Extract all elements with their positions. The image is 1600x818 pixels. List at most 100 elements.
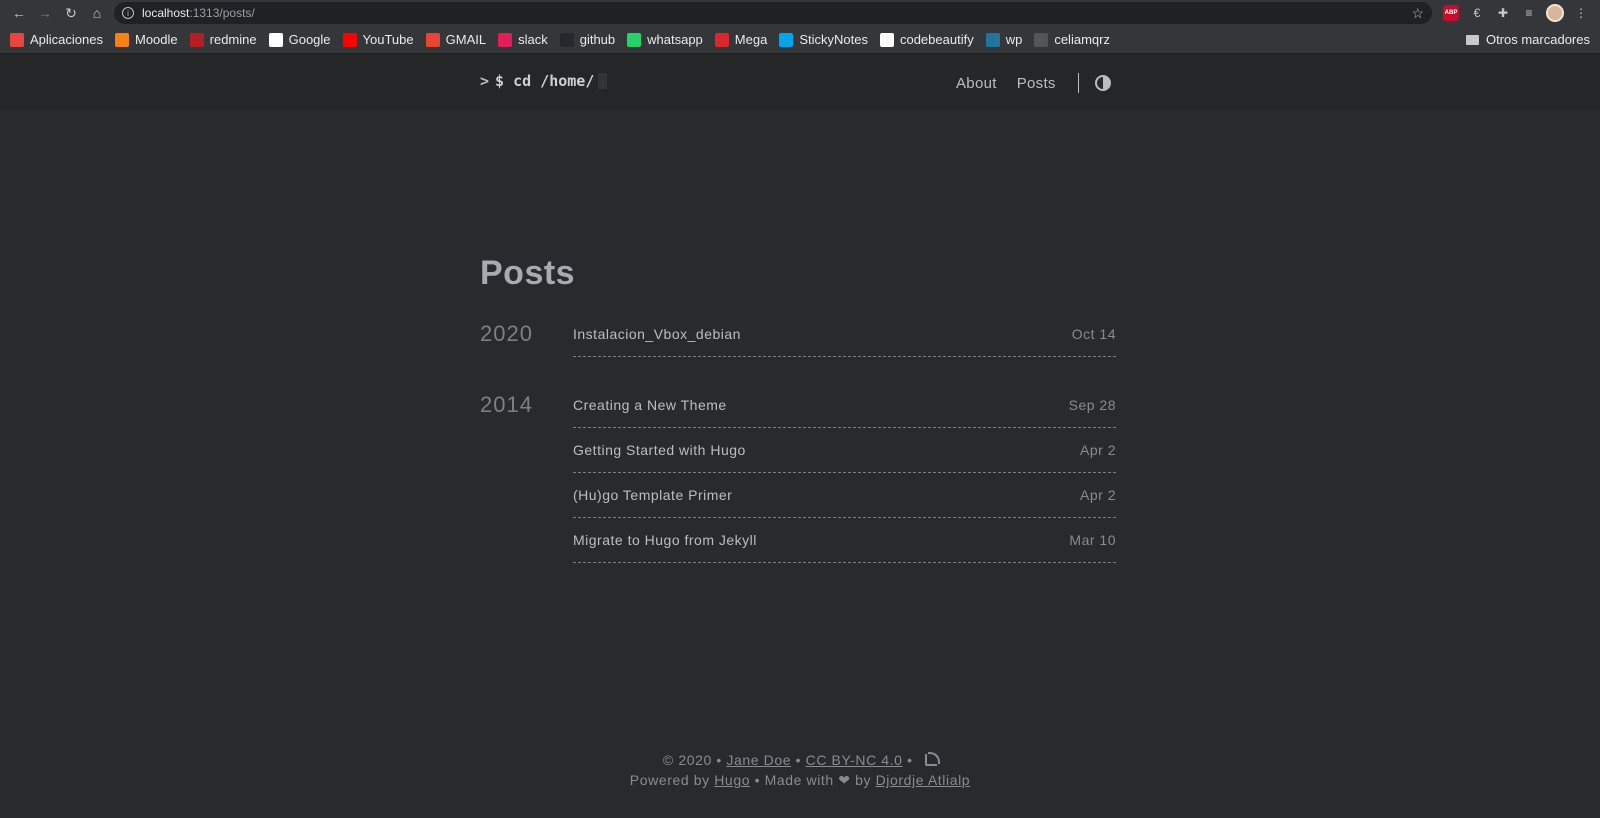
footer-hugo-link[interactable]: Hugo bbox=[714, 772, 750, 788]
post-date: Apr 2 bbox=[1080, 442, 1116, 458]
logo-cursor bbox=[598, 73, 608, 89]
post-title-link[interactable]: (Hu)go Template Primer bbox=[573, 487, 732, 503]
link-icon bbox=[1034, 32, 1049, 47]
wordpress-icon bbox=[985, 32, 1000, 47]
bookmark-item[interactable]: github bbox=[554, 29, 621, 51]
folder-icon bbox=[1465, 34, 1479, 45]
bookmarks-bar: Aplicaciones Moodle redmine Google YouTube GM… bbox=[0, 26, 1600, 54]
posts-list: Creating a New Theme Sep 28 Getting Starte… bbox=[573, 383, 1116, 563]
year-group: 2020 Instalacion_Vbox_debian Oct 14 bbox=[480, 312, 1116, 357]
nav-about[interactable]: About bbox=[956, 75, 997, 92]
menu-kebab-icon[interactable]: ⋮ bbox=[1568, 0, 1594, 26]
post-date: Apr 2 bbox=[1080, 487, 1116, 503]
google-icon bbox=[268, 32, 283, 47]
footer-powered-prefix: Powered by bbox=[629, 772, 710, 788]
slack-icon bbox=[498, 32, 513, 47]
mega-icon bbox=[714, 32, 729, 47]
post-date: Oct 14 bbox=[1071, 326, 1116, 342]
post-date: Mar 10 bbox=[1069, 532, 1116, 548]
site-logo[interactable]: > $ cd /home/ bbox=[480, 72, 608, 90]
bookmark-label: Google bbox=[288, 32, 331, 47]
post-item[interactable]: Migrate to Hugo from Jekyll Mar 10 bbox=[573, 518, 1116, 563]
bookmark-label: StickyNotes bbox=[799, 32, 868, 47]
bookmark-label: whatsapp bbox=[647, 32, 703, 47]
extension-e-icon[interactable]: € bbox=[1464, 0, 1490, 26]
bookmark-label: celiamqrz bbox=[1054, 32, 1110, 47]
bookmark-item[interactable]: Google bbox=[263, 29, 337, 51]
post-title-link[interactable]: Creating a New Theme bbox=[573, 397, 727, 413]
post-item[interactable]: Instalacion_Vbox_debian Oct 14 bbox=[573, 312, 1116, 357]
browser-toolbar: ← → ↻ ⌂ i localhost:1313/posts/ ☆ ABP € … bbox=[0, 0, 1600, 26]
bookmark-star-icon[interactable]: ☆ bbox=[1411, 5, 1424, 22]
footer-license-link[interactable]: CC BY-NC 4.0 bbox=[806, 752, 903, 768]
bookmark-item[interactable]: redmine bbox=[184, 29, 263, 51]
adblock-icon[interactable]: ABP bbox=[1438, 0, 1464, 26]
extensions-puzzle-icon[interactable]: ✚ bbox=[1490, 0, 1516, 26]
bookmark-item[interactable]: whatsapp bbox=[621, 29, 709, 51]
year-label: 2020 bbox=[480, 321, 533, 346]
rss-icon[interactable] bbox=[925, 752, 941, 766]
post-item[interactable]: Getting Started with Hugo Apr 2 bbox=[573, 428, 1116, 473]
bookmark-label: Mega bbox=[734, 32, 768, 47]
post-title-link[interactable]: Getting Started with Hugo bbox=[573, 442, 746, 458]
footer-made-with: • Made with ❤ by bbox=[754, 772, 872, 788]
site-header: > $ cd /home/ About Posts bbox=[0, 54, 1600, 110]
site-footer: © 2020 • Jane Doe • CC BY-NC 4.0 • Power… bbox=[0, 750, 1600, 790]
moodle-icon bbox=[115, 32, 129, 47]
posts-content: Posts 2020 Instalacion_Vbox_debian Oct 14 2… bbox=[480, 254, 1116, 563]
gmail-icon bbox=[425, 32, 440, 47]
posts-list: Instalacion_Vbox_debian Oct 14 bbox=[573, 312, 1116, 357]
github-icon bbox=[559, 32, 574, 47]
stickynotes-icon bbox=[779, 32, 794, 47]
youtube-icon bbox=[342, 32, 357, 47]
home-icon[interactable]: ⌂ bbox=[84, 0, 110, 26]
footer-theme-author-link[interactable]: Djordje Atlialp bbox=[876, 772, 971, 788]
codebeautify-icon bbox=[879, 32, 894, 47]
bookmark-item[interactable]: wp bbox=[980, 29, 1029, 51]
forward-icon[interactable]: → bbox=[32, 0, 58, 26]
other-bookmarks[interactable]: Otros marcadores bbox=[1460, 29, 1596, 51]
post-title-link[interactable]: Migrate to Hugo from Jekyll bbox=[573, 532, 757, 548]
nav-posts[interactable]: Posts bbox=[1017, 75, 1056, 92]
footer-sep: • bbox=[795, 752, 802, 768]
bookmark-label: slack bbox=[518, 32, 548, 47]
post-item[interactable]: Creating a New Theme Sep 28 bbox=[573, 383, 1116, 428]
footer-copyright: © 2020 • bbox=[662, 752, 722, 768]
other-bookmarks-label: Otros marcadores bbox=[1485, 32, 1590, 47]
bookmark-item[interactable]: StickyNotes bbox=[773, 29, 874, 51]
footer-sep: • bbox=[907, 752, 913, 768]
logo-text: $ cd /home/ bbox=[495, 72, 595, 90]
reading-list-icon[interactable]: ≡ bbox=[1516, 0, 1542, 26]
back-icon[interactable]: ← bbox=[6, 0, 32, 26]
url-path: :1313/posts/ bbox=[189, 6, 255, 20]
bookmark-item[interactable]: Moodle bbox=[109, 29, 184, 51]
bookmark-label: codebeautify bbox=[899, 32, 974, 47]
bookmark-item[interactable]: celiamqrz bbox=[1028, 29, 1116, 51]
bookmark-item[interactable]: codebeautify bbox=[874, 29, 980, 51]
nav-divider bbox=[1077, 73, 1079, 93]
bookmark-item[interactable]: Mega bbox=[709, 29, 774, 51]
post-title-link[interactable]: Instalacion_Vbox_debian bbox=[573, 326, 741, 342]
bookmark-item[interactable]: Aplicaciones bbox=[4, 29, 109, 51]
bookmark-label: redmine bbox=[209, 32, 257, 47]
post-item[interactable]: (Hu)go Template Primer Apr 2 bbox=[573, 473, 1116, 518]
bookmark-label: GMAIL bbox=[445, 32, 487, 47]
bookmark-label: Aplicaciones bbox=[30, 32, 103, 47]
site-nav: About Posts bbox=[956, 73, 1111, 93]
redmine-icon bbox=[189, 32, 204, 47]
page-title: Posts bbox=[480, 254, 576, 292]
post-date: Sep 28 bbox=[1068, 397, 1116, 413]
bookmark-item[interactable]: GMAIL bbox=[420, 29, 492, 51]
footer-line-1: © 2020 • Jane Doe • CC BY-NC 4.0 • bbox=[0, 750, 1600, 770]
profile-avatar[interactable] bbox=[1542, 0, 1568, 26]
address-bar[interactable]: i localhost:1313/posts/ ☆ bbox=[114, 2, 1432, 24]
bookmark-item[interactable]: slack bbox=[492, 29, 554, 51]
bookmark-label: wp bbox=[1005, 32, 1023, 47]
year-label: 2014 bbox=[480, 392, 533, 417]
reload-icon[interactable]: ↻ bbox=[58, 0, 84, 26]
footer-author-link[interactable]: Jane Doe bbox=[726, 752, 791, 768]
whatsapp-icon bbox=[627, 32, 642, 47]
site-info-icon[interactable]: i bbox=[122, 7, 134, 19]
theme-toggle-icon[interactable] bbox=[1094, 75, 1111, 91]
bookmark-item[interactable]: YouTube bbox=[337, 29, 420, 51]
